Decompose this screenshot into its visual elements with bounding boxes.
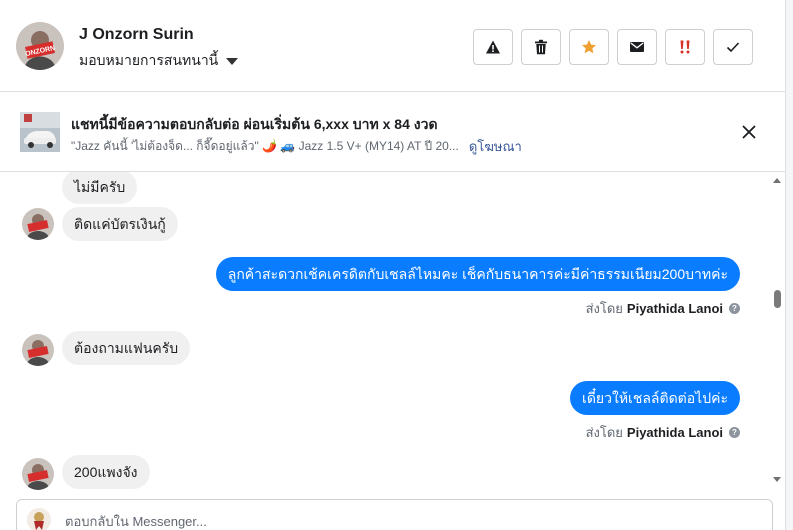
contact-avatar-small [22, 334, 54, 366]
mail-icon [630, 42, 644, 52]
thread-scrollbar[interactable] [770, 172, 785, 490]
contact-avatar-small [22, 458, 54, 490]
contact-name: J Onzorn Surin [79, 26, 194, 43]
contact-avatar[interactable]: ONZORN [16, 22, 64, 70]
scroll-down-arrow-icon[interactable] [773, 477, 781, 482]
star-icon [582, 40, 596, 54]
outgoing-message: ลูกค้าสะดวกเช้คเครดิตกับเชลล์ไหมคะ เช็คก… [215, 257, 740, 291]
report-button[interactable] [473, 29, 513, 65]
done-button[interactable] [713, 29, 753, 65]
conversation-header: ONZORN J Onzorn Surin มอบหมายการสนทนานี้ [0, 0, 785, 92]
incoming-message: 200แพงจัง [62, 455, 150, 489]
sent-by-label: ส่งโดย Piyathida Lanoi ? [586, 422, 740, 443]
scroll-up-arrow-icon[interactable] [773, 178, 781, 183]
close-icon[interactable] [740, 123, 758, 141]
delete-button[interactable] [521, 29, 561, 65]
sent-by-prefix: ส่งโดย [585, 301, 623, 316]
warning-icon [486, 40, 500, 54]
sender-name: Piyathida Lanoi [626, 301, 723, 316]
assign-label: มอบหมายการสนทนานี้ [79, 52, 219, 68]
trash-icon [535, 39, 547, 55]
info-icon[interactable]: ? [729, 303, 740, 314]
ad-subtitle: "Jazz คันนี้ 'ไม่ต้องจ็ด... ก็จี๊ดอยู่แล… [71, 136, 522, 157]
sender-name: Piyathida Lanoi [626, 425, 723, 440]
outgoing-message: เดี๋ยวให้เชลล์ติดต่อไปค่ะ [570, 381, 740, 415]
info-icon[interactable]: ? [729, 427, 740, 438]
sent-by-prefix: ส่งโดย [585, 425, 623, 440]
incoming-message: ติดแค่บัตรเงินกู้ [62, 207, 178, 241]
check-icon [726, 42, 740, 53]
sent-by-label: ส่งโดย Piyathida Lanoi ? [586, 298, 740, 319]
window-edge [785, 0, 793, 530]
incoming-message: ต้องถามแฟนครับ [62, 331, 191, 365]
caret-down-icon [226, 57, 239, 65]
assign-conversation-dropdown[interactable]: มอบหมายการสนทนานี้ [79, 50, 239, 72]
page-avatar [27, 508, 51, 530]
double-exclamation-icon [680, 40, 690, 54]
ad-context-banner: แชทนี้มีข้อความตอบกลับต่อ ผ่อนเริ่มต้น 6… [0, 92, 785, 172]
ad-thumbnail[interactable] [20, 112, 60, 152]
contact-avatar-small [22, 208, 54, 240]
spam-button[interactable] [665, 29, 705, 65]
mark-unread-button[interactable] [617, 29, 657, 65]
ad-title: แชทนี้มีข้อความตอบกลับต่อ ผ่อนเริ่มต้น 6… [71, 116, 438, 132]
incoming-message: ไม่มีครับ [62, 172, 138, 204]
conversation-actions [473, 29, 753, 65]
view-ad-link[interactable]: ดูโฆษณา [469, 136, 522, 157]
star-button[interactable] [569, 29, 609, 65]
reply-composer [16, 499, 773, 530]
ad-description: "Jazz คันนี้ 'ไม่ต้องจ็ด... ก็จี๊ดอยู่แล… [71, 139, 459, 153]
reply-input[interactable] [65, 510, 665, 530]
scrollbar-thumb[interactable] [774, 290, 781, 308]
message-thread[interactable]: ไม่มีครับ ติดแค่บัตรเงินกู้ ลูกค้าสะดวกเ… [0, 172, 770, 490]
